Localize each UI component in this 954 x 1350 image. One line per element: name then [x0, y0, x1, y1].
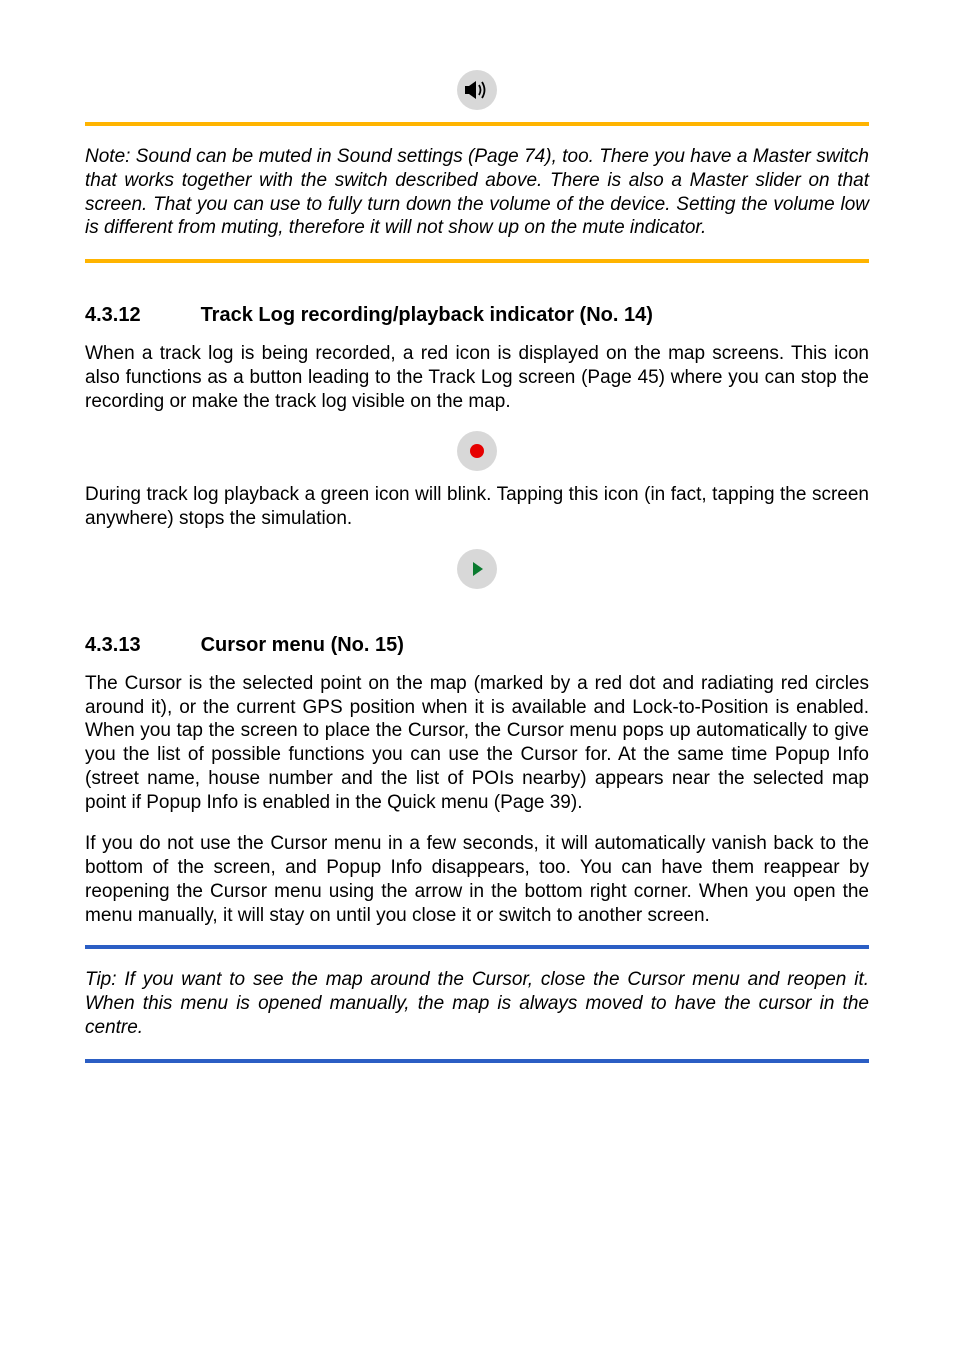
section1-para1: When a track log is being recorded, a re…	[85, 342, 869, 413]
record-dot-icon	[457, 431, 497, 471]
section-number: 4.3.13	[85, 633, 195, 658]
tip-top-border	[85, 945, 869, 949]
icon-row-play	[85, 549, 869, 589]
section-number: 4.3.12	[85, 303, 195, 328]
tip-text: Tip: If you want to see the map around t…	[85, 968, 869, 1039]
tip-bottom-border	[85, 1059, 869, 1063]
icon-row	[85, 70, 869, 110]
section-title: Track Log recording/playback indicator (…	[201, 304, 653, 326]
section2-para2: If you do not use the Cursor menu in a f…	[85, 832, 869, 927]
note-top-border	[85, 122, 869, 126]
section-heading-4-3-13: 4.3.13 Cursor menu (No. 15)	[85, 633, 869, 658]
section1-para2: During track log playback a green icon w…	[85, 483, 869, 531]
note-bottom-border	[85, 259, 869, 263]
speaker-icon	[457, 70, 497, 110]
document-page: Note: Sound can be muted in Sound settin…	[0, 0, 954, 1350]
icon-row-record	[85, 431, 869, 471]
play-triangle-icon	[457, 549, 497, 589]
section2-para1: The Cursor is the selected point on the …	[85, 672, 869, 815]
note-text: Note: Sound can be muted in Sound settin…	[85, 145, 869, 240]
section-title: Cursor menu (No. 15)	[201, 634, 404, 656]
section-heading-4-3-12: 4.3.12 Track Log recording/playback indi…	[85, 303, 869, 328]
